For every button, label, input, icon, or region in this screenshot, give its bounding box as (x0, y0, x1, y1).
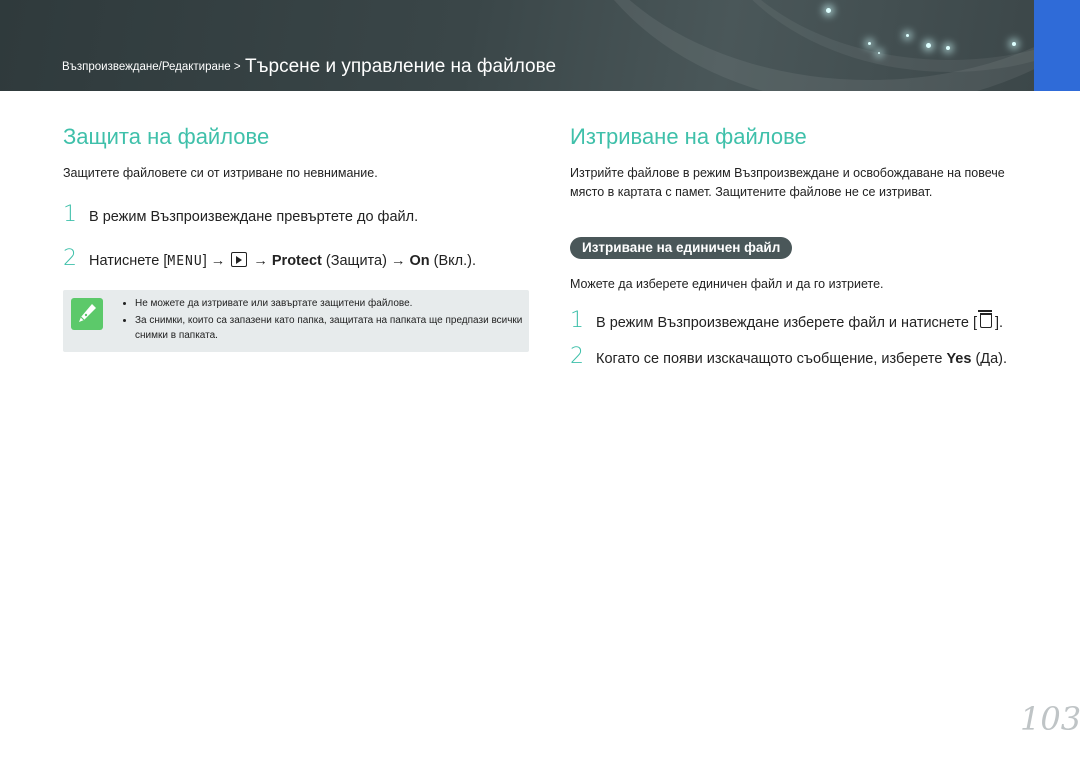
single-delete-intro: Можете да изберете единичен файл и да го… (570, 277, 884, 291)
sparkle-icon (868, 42, 871, 45)
step-text-part: Когато се появи изскачащото съобщение, и… (596, 351, 947, 367)
protect-option: Protect (271, 253, 322, 269)
step-number: 1 (570, 308, 584, 333)
step-number: 2 (63, 246, 77, 271)
protect-files-intro: Защитете файловете си от изтриване по не… (63, 166, 378, 180)
playback-icon (231, 252, 248, 267)
trash-icon (978, 310, 992, 328)
sparkle-icon (826, 8, 831, 13)
sparkle-icon (878, 52, 880, 54)
sparkle-icon (946, 46, 950, 50)
step-text-part: ]. (995, 315, 1004, 331)
note-box: Не можете да изтривате или завъртате защ… (63, 290, 529, 352)
breadcrumb-section: Възпроизвеждане/Редактиране > (62, 61, 241, 73)
step-text-part: В режим Възпроизвеждане изберете файл и … (596, 315, 977, 331)
note-item: Не можете да изтривате или завъртате защ… (135, 296, 530, 311)
sparkle-icon (1012, 42, 1016, 46)
step-text: Когато се появи изскачащото съобщение, и… (596, 351, 1007, 367)
page-number: 103 (1020, 700, 1080, 738)
step-number: 1 (63, 202, 77, 227)
note-item: За снимки, които са запазени като папка,… (135, 313, 530, 343)
delete-step-1: 1 В режим Възпроизвеждане изберете файл … (570, 308, 1003, 333)
page-header: Възпроизвеждане/Редактиране > Търсене и … (0, 0, 1034, 91)
breadcrumb: Възпроизвеждане/Редактиране > Търсене и … (62, 56, 556, 78)
step-text-part: (Вкл.). (429, 253, 477, 269)
step-text-part: (Защита) → (321, 253, 406, 269)
note-list: Не можете да изтривате или завъртате защ… (123, 296, 530, 345)
chapter-tab[interactable] (1034, 0, 1080, 91)
breadcrumb-current: Търсене и управление на файлове (245, 56, 557, 77)
step-text-part: (Да). (971, 351, 1008, 367)
delete-files-intro: Изтрийте файлове в режим Възпроизвеждане… (570, 166, 1005, 199)
sparkle-icon (926, 43, 931, 48)
menu-key: MENU (167, 254, 203, 269)
protect-files-title: Защита на файлове (63, 124, 270, 149)
step-text-part: Натиснете [ (89, 253, 168, 269)
yes-option: Yes (946, 351, 972, 367)
step-text: В режим Възпроизвеждане изберете файл и … (596, 310, 1004, 331)
delete-step-2: 2 Когато се появи изскачащото съобщение,… (570, 344, 1007, 369)
step-text-part: → (253, 253, 268, 269)
protect-step-2: 2 Натиснете [MENU] → → Protect (Защита) … (63, 246, 476, 271)
protect-step-1: 1 В режим Възпроизвеждане превъртете до … (63, 202, 418, 227)
on-option: On (409, 253, 430, 269)
section-pill: Изтриване на единичен файл (570, 237, 793, 259)
sparkle-icon (906, 34, 909, 37)
step-text: В режим Възпроизвеждане превъртете до фа… (89, 209, 419, 225)
step-text: Натиснете [MENU] → → Protect (Защита) → … (89, 252, 476, 269)
step-text-part: ] → (202, 253, 226, 269)
delete-files-title: Изтриване на файлове (570, 124, 807, 149)
step-number: 2 (570, 344, 584, 369)
pencil-note-icon (71, 298, 103, 330)
